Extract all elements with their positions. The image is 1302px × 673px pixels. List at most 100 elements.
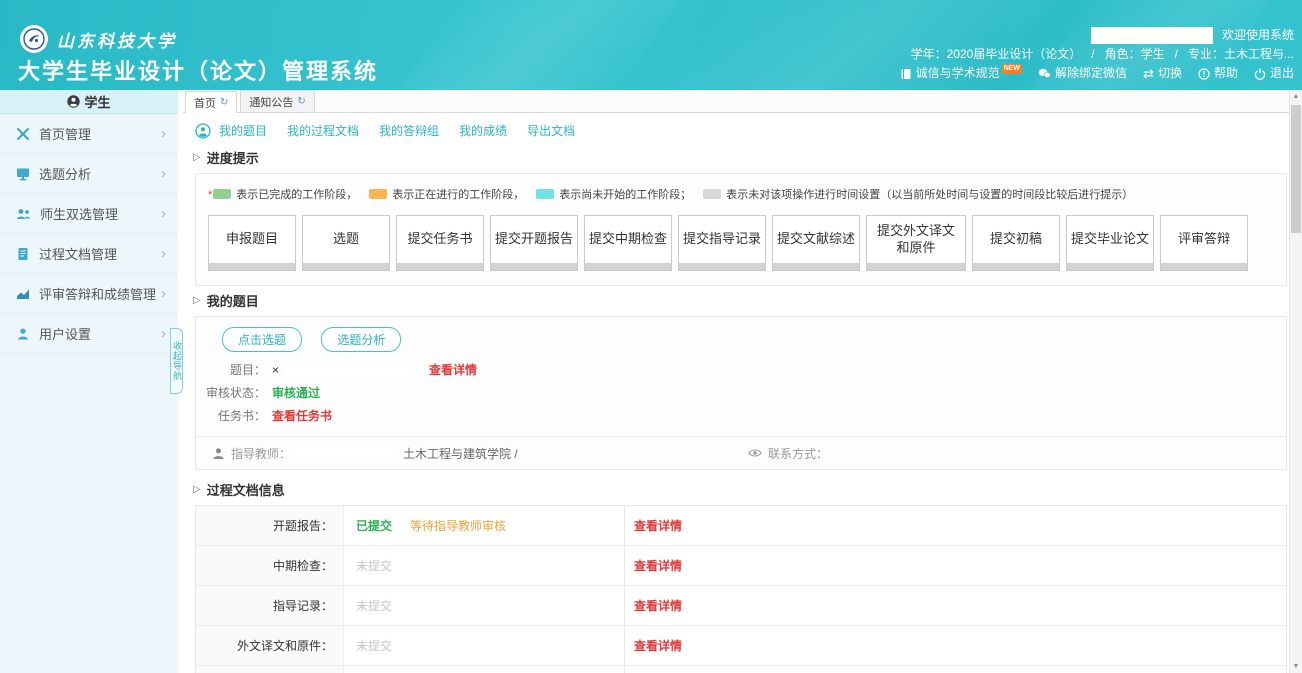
stage-status-strip xyxy=(491,263,577,270)
legend-swatch-notimeset xyxy=(703,189,721,199)
stage-box: 评审答辩 xyxy=(1160,215,1248,271)
legend-swatch-inprogress xyxy=(369,189,387,199)
chart-icon xyxy=(16,287,30,301)
sidebar-item-home[interactable]: 首页管理 › xyxy=(0,114,178,154)
sidebar-item-label: 过程文档管理 xyxy=(39,244,161,263)
stage-status-strip xyxy=(973,263,1059,270)
monitor-icon xyxy=(16,167,30,181)
advisor-college: 土木工程与建筑学院 / xyxy=(403,445,518,462)
status-badge: 未提交 xyxy=(356,557,392,574)
vertical-scrollbar[interactable]: ▲ ▼ xyxy=(1289,90,1302,673)
table-row: 指导记录： 未提交 查看详情 xyxy=(196,586,1286,626)
select-topic-button[interactable]: 点击选题 xyxy=(222,327,302,352)
sidebar-item-label: 师生双选管理 xyxy=(40,204,161,223)
stage-status-strip xyxy=(679,263,765,270)
help-link[interactable]: 帮助 xyxy=(1198,64,1238,83)
university-name: 山东科技大学 xyxy=(57,27,177,52)
section-arrow-icon: ▷ xyxy=(193,152,201,163)
unbind-wechat-link[interactable]: 解除绑定微信 xyxy=(1038,64,1127,83)
stage-box: 提交初稿 xyxy=(972,215,1060,271)
progress-panel: *表示已完成的工作阶段，表示正在进行的工作阶段，表示尚未开始的工作阶段；表示未对… xyxy=(195,173,1287,286)
scrollbar-thumb[interactable] xyxy=(1291,105,1301,233)
quick-link-my-topic[interactable]: 我的题目 xyxy=(219,122,267,139)
quick-links-row: 我的题目 我的过程文档 我的答辩组 我的成绩 导出文档 xyxy=(191,113,1302,143)
topic-detail-link[interactable]: 查看详情 xyxy=(429,361,477,378)
quick-link-my-process-docs[interactable]: 我的过程文档 xyxy=(287,122,359,139)
stage-box: 提交指导记录 xyxy=(678,215,766,271)
stage-status-strip xyxy=(867,263,965,270)
quick-link-my-defense-group[interactable]: 我的答辩组 xyxy=(379,122,439,139)
chevron-right-icon: › xyxy=(161,325,166,342)
stage-box: 提交任务书 xyxy=(396,215,484,271)
chevron-right-icon: › xyxy=(161,245,166,262)
user-meta: 学年：2020届毕业设计（论文）/角色：学生/专业：土木工程与... xyxy=(884,45,1294,64)
table-row: 开题报告： 已提交等待指导教师审核 查看详情 xyxy=(196,506,1286,546)
sidebar-item-label: 用户设置 xyxy=(39,324,161,343)
sidebar-item-review-grades[interactable]: 评审答辩和成绩管理 › xyxy=(0,274,178,314)
section-arrow-icon: ▷ xyxy=(193,295,201,306)
tab-notices[interactable]: 通知公告 ↻ xyxy=(240,90,314,112)
table-row: 外文译文和原件： 未提交 查看详情 xyxy=(196,626,1286,666)
chevron-right-icon: › xyxy=(161,285,166,302)
topic-analysis-button[interactable]: 选题分析 xyxy=(321,327,401,352)
scroll-up-arrow-icon[interactable]: ▲ xyxy=(1290,90,1302,103)
sidebar: 学生 首页管理 › 选题分析 › 师生双选管理 › xyxy=(0,90,178,673)
app-header: 山东科技大学 大学生毕业设计（论文）管理系统 欢迎使用系统 学年：2020届毕业… xyxy=(0,0,1302,90)
review-status-value: 审核通过 xyxy=(272,384,320,401)
view-detail-link[interactable]: 查看详情 xyxy=(634,517,682,534)
logout-link[interactable]: 退出 xyxy=(1254,64,1294,83)
stage-status-strip xyxy=(1067,263,1153,270)
stage-status-strip xyxy=(209,263,295,270)
sidebar-item-user-settings[interactable]: 用户设置 › xyxy=(0,314,178,354)
quick-link-my-grades[interactable]: 我的成绩 xyxy=(459,122,507,139)
topic-value-prefix: × xyxy=(272,363,279,377)
sidebar-role-header: 学生 xyxy=(0,90,178,114)
university-logo xyxy=(20,25,48,53)
stage-status-strip xyxy=(585,263,671,270)
integrity-rules-link[interactable]: 诚信与学术规范NEW xyxy=(900,64,1022,83)
view-task-book-link[interactable]: 查看任务书 xyxy=(272,407,332,424)
sidebar-item-mutual-selection[interactable]: 师生双选管理 › xyxy=(0,194,178,234)
chevron-right-icon: › xyxy=(161,125,166,142)
stage-box: 提交开题报告 xyxy=(490,215,578,271)
legend-swatch-notstarted xyxy=(536,189,554,199)
chevron-right-icon: › xyxy=(161,205,166,222)
section-arrow-icon: ▷ xyxy=(193,484,201,495)
quick-link-export-docs[interactable]: 导出文档 xyxy=(527,122,575,139)
refresh-icon[interactable]: ↻ xyxy=(297,96,305,107)
advisor-label: 指导教师： xyxy=(231,445,291,462)
welcome-text: 欢迎使用系统 xyxy=(1222,28,1294,42)
student-badge-icon xyxy=(195,123,211,139)
sidebar-item-label: 选题分析 xyxy=(39,164,161,183)
my-topic-panel: 点击选题 选题分析 题目： × 查看详情 审核状态： 审核通过 任务书： 查看任… xyxy=(195,316,1287,470)
tools-icon xyxy=(16,127,30,141)
process-docs-table: 开题报告： 已提交等待指导教师审核 查看详情 中期检查： 未提交 查看详情 指导… xyxy=(195,505,1287,673)
user-badge-icon xyxy=(67,95,80,108)
view-detail-link[interactable]: 查看详情 xyxy=(634,597,682,614)
sidebar-item-label: 首页管理 xyxy=(39,124,161,143)
switch-icon: ⇄ xyxy=(1143,64,1154,83)
progress-legend: *表示已完成的工作阶段，表示正在进行的工作阶段，表示尚未开始的工作阶段；表示未对… xyxy=(208,186,1274,202)
stage-box: 选题 xyxy=(302,215,390,271)
users-icon xyxy=(16,207,31,221)
sidebar-item-process-docs[interactable]: 过程文档管理 › xyxy=(0,234,178,274)
masked-username xyxy=(1091,27,1213,44)
wechat-icon xyxy=(1038,68,1051,79)
switch-role-link[interactable]: ⇄ 切换 xyxy=(1143,64,1182,83)
status-badge: 已提交 xyxy=(356,517,392,534)
masked-topic-title xyxy=(283,362,415,377)
scroll-down-arrow-icon[interactable]: ▼ xyxy=(1290,660,1302,673)
refresh-icon[interactable]: ↻ xyxy=(220,97,228,108)
view-detail-link[interactable]: 查看详情 xyxy=(634,637,682,654)
collapse-nav-tab[interactable]: 收起导航 xyxy=(170,328,183,394)
stage-status-strip xyxy=(397,263,483,270)
chevron-right-icon: › xyxy=(161,165,166,182)
tab-home[interactable]: 首页 ↻ xyxy=(185,91,237,113)
review-status-label: 审核状态： xyxy=(196,384,266,401)
eye-icon xyxy=(748,448,762,458)
sidebar-item-topic-analysis[interactable]: 选题分析 › xyxy=(0,154,178,194)
stage-boxes-row: 申报题目 选题 提交任务书 提交开题报告 提交中期检查 提交指导记录 提交文献综… xyxy=(208,215,1274,271)
stage-box: 提交外文译文和原件 xyxy=(866,215,966,271)
main-area: 首页 ↻ 通知公告 ↻ 我的题目 我的过程文档 我的答辩组 我的成绩 导出文档 … xyxy=(183,90,1302,673)
view-detail-link[interactable]: 查看详情 xyxy=(634,557,682,574)
